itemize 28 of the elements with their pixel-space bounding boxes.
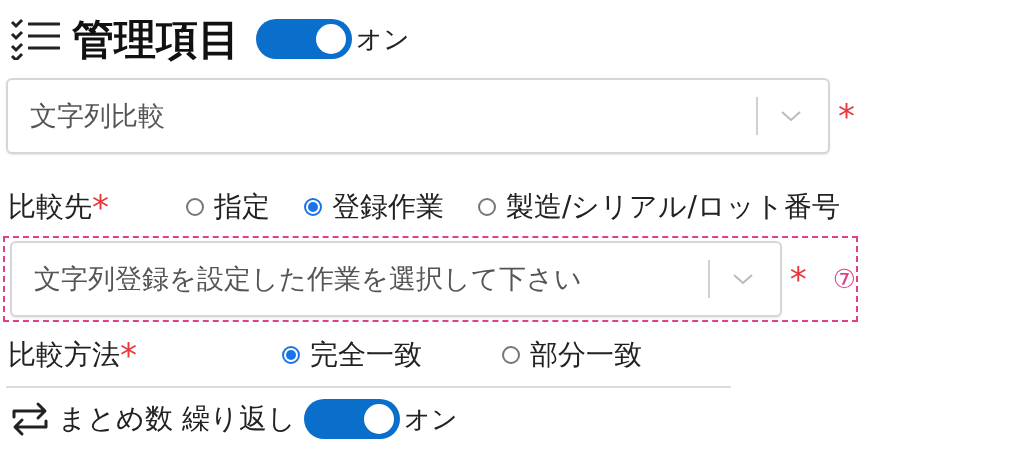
toggle-label: オン bbox=[403, 402, 458, 436]
radio-label: 完全一致 bbox=[310, 337, 422, 373]
annotation-number: ⑦ bbox=[832, 262, 856, 296]
radio-button[interactable] bbox=[478, 198, 496, 216]
radio-button[interactable] bbox=[282, 346, 300, 364]
field-label: 比較方法 bbox=[8, 337, 120, 373]
task-select[interactable]: 文字列登録を設定した作業を選択して下さい bbox=[10, 241, 782, 317]
toggle-switch[interactable] bbox=[303, 399, 400, 439]
radio-label: 製造/シリアル/ロット番号 bbox=[506, 189, 840, 225]
radio-label: 部分一致 bbox=[530, 337, 642, 373]
radio-button[interactable] bbox=[502, 346, 520, 364]
required-mark: * bbox=[92, 190, 109, 224]
radio-button[interactable] bbox=[304, 198, 322, 216]
required-mark: * bbox=[120, 338, 137, 372]
toggle-label: オン bbox=[356, 22, 410, 56]
required-mark: * bbox=[838, 99, 855, 133]
radio-label: 登録作業 bbox=[332, 189, 444, 225]
section-title: 管理項目 bbox=[72, 13, 240, 66]
chevron-down-icon bbox=[780, 110, 802, 122]
chevron-down-icon bbox=[731, 273, 754, 285]
field-label: 比較先 bbox=[8, 189, 92, 225]
required-mark: * bbox=[789, 262, 807, 296]
checklist-icon bbox=[10, 18, 62, 60]
item-select[interactable]: 文字列比較 bbox=[6, 78, 830, 154]
radio-label: 指定 bbox=[214, 189, 270, 225]
repeat-label: まとめ数 繰り返し bbox=[58, 401, 296, 437]
toggle-switch[interactable] bbox=[256, 19, 352, 59]
radio-button[interactable] bbox=[186, 198, 204, 216]
